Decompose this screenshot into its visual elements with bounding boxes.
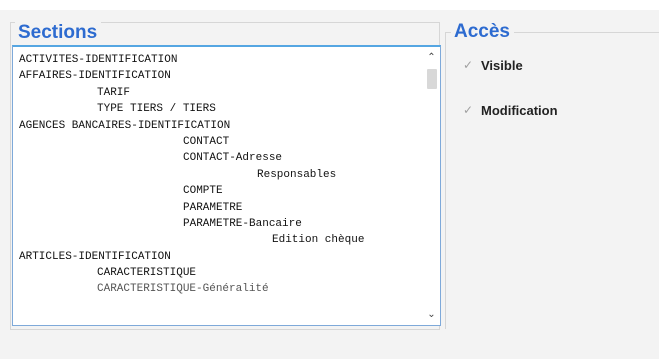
acces-title: Accès — [451, 21, 514, 43]
acces-group — [445, 32, 659, 329]
sections-list-items: ACTIVITES-IDENTIFICATION AFFAIRES-IDENTIF… — [19, 52, 418, 298]
checkmark-icon: ✓ — [462, 58, 474, 72]
visible-label: Visible — [481, 57, 523, 73]
section-list-item[interactable]: ARTICLES-IDENTIFICATION — [19, 249, 418, 265]
modification-label: Modification — [481, 102, 558, 118]
chevron-down-icon[interactable]: ⌄ — [426, 309, 437, 320]
section-list-item[interactable]: AGENCES BANCAIRES-IDENTIFICATION — [19, 118, 418, 134]
section-list-item[interactable]: TYPE TIERS / TIERS — [19, 101, 418, 117]
chevron-up-icon[interactable]: ⌃ — [426, 52, 437, 63]
section-list-item[interactable]: CARACTERISTIQUE — [19, 265, 418, 281]
section-list-item[interactable]: AFFAIRES-IDENTIFICATION — [19, 68, 418, 84]
section-list-item[interactable]: CARACTERISTIQUE-Généralité — [19, 281, 418, 297]
sections-list[interactable]: ACTIVITES-IDENTIFICATION AFFAIRES-IDENTIF… — [12, 45, 441, 326]
section-list-item[interactable]: CONTACT-Adresse — [19, 150, 418, 166]
section-list-item[interactable]: PARAMETRE-Bancaire — [19, 216, 418, 232]
access-rights-panel: Sections ACTIVITES-IDENTIFICATION AFFAIRE… — [0, 0, 659, 359]
visible-checkbox[interactable]: ✓ Visible — [461, 57, 523, 73]
section-list-item[interactable]: CONTACT — [19, 134, 418, 150]
section-list-item[interactable]: Responsables — [19, 167, 418, 183]
scroll-thumb[interactable] — [427, 69, 437, 89]
section-list-item[interactable]: ACTIVITES-IDENTIFICATION — [19, 52, 418, 68]
sections-scrollbar[interactable]: ⌃ ⌄ — [423, 47, 440, 325]
top-strip — [0, 0, 659, 10]
section-list-item[interactable]: PARAMETRE — [19, 200, 418, 216]
sections-title: Sections — [15, 22, 102, 44]
checkmark-icon: ✓ — [462, 103, 474, 117]
section-list-item[interactable]: TARIF — [19, 85, 418, 101]
section-list-item[interactable]: COMPTE — [19, 183, 418, 199]
modification-checkbox[interactable]: ✓ Modification — [461, 102, 558, 118]
section-list-item[interactable]: Edition chèque — [19, 232, 418, 248]
